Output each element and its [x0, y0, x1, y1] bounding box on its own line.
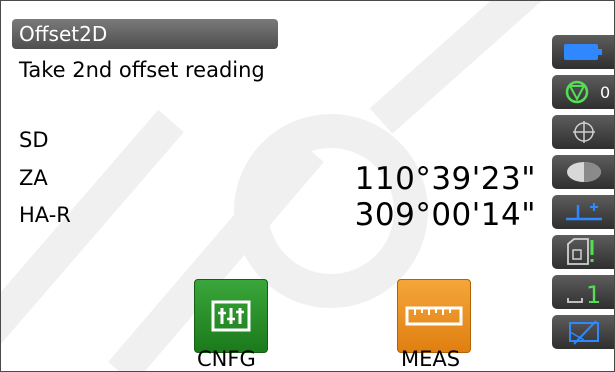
meas-label: MEAS — [401, 347, 461, 371]
device-screen: Offset2D Take 2nd offset reading SD ZA 1… — [0, 0, 615, 372]
input-mode-button[interactable] — [552, 315, 614, 349]
label-sd: SD — [19, 128, 49, 152]
config-icon — [211, 300, 251, 332]
screen-title: Offset2D — [12, 19, 278, 49]
tilt-button[interactable] — [552, 115, 614, 149]
cnfg-button[interactable] — [194, 279, 268, 353]
ruler-icon — [405, 306, 463, 326]
prism-target-icon — [565, 80, 589, 104]
target-constant: 0 — [600, 82, 611, 102]
input-mode-icon — [569, 320, 599, 345]
instruction-message: Take 2nd offset reading — [19, 58, 265, 82]
battery-icon — [564, 44, 602, 60]
crosshair-icon — [573, 121, 595, 143]
target-button[interactable]: 0 — [552, 75, 614, 109]
page-number-icon: 1 — [567, 281, 601, 306]
cnfg-label: CNFG — [197, 347, 256, 371]
face-button[interactable] — [552, 195, 614, 229]
face-level-icon — [566, 203, 602, 221]
half-circle-icon — [567, 162, 601, 182]
battery-button[interactable] — [552, 35, 614, 69]
sd-card-button[interactable] — [552, 235, 614, 269]
laser-button[interactable] — [552, 155, 614, 189]
meas-button[interactable] — [397, 279, 471, 353]
page-number-value: 1 — [586, 281, 601, 306]
page-button[interactable]: 1 — [552, 275, 614, 309]
label-ha-r: HA-R — [19, 203, 71, 227]
value-za: 110°39'23" — [354, 161, 536, 197]
label-za: ZA — [19, 166, 48, 190]
sd-card-icon — [567, 238, 594, 265]
value-ha-r: 309°00'14" — [354, 197, 536, 233]
